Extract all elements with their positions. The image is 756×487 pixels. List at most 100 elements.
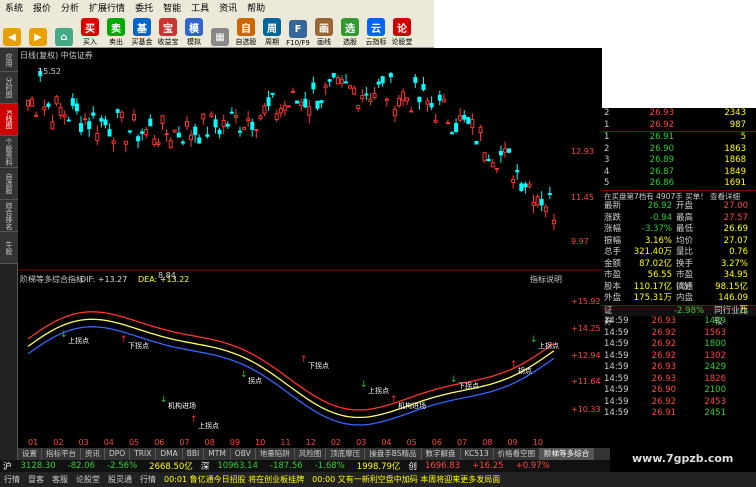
candle-body [421, 84, 426, 91]
toolbar-button-grid[interactable]: ▦ [208, 15, 232, 47]
menu-item[interactable]: 工具 [186, 1, 214, 14]
基-icon: 基 [133, 18, 151, 36]
indicator-tab[interactable]: DMA [156, 448, 183, 460]
indicator-tab[interactable]: 阶梯等多综合 [540, 448, 595, 460]
indicator-tab[interactable]: BBI [183, 448, 205, 460]
candle-body [286, 105, 291, 108]
menu-item[interactable]: 委托 [130, 1, 158, 14]
candle-body [413, 77, 418, 83]
candle-body [356, 105, 361, 109]
indicator-tab[interactable]: 指标平台 [42, 448, 81, 460]
menu-item[interactable]: 帮助 [242, 1, 270, 14]
menu-item[interactable]: 扩展行情 [84, 1, 130, 14]
indicator-tab[interactable]: KC513 [461, 448, 494, 460]
toolbar-label: 云指标 [365, 38, 387, 46]
toolbar-button-论[interactable]: 论论股堂 [390, 15, 414, 47]
candle-body [119, 111, 124, 119]
tick-row: 14:59 26.93 2429 [604, 362, 726, 372]
side-tab[interactable]: 自选股 [0, 168, 18, 200]
toolbar-button-forward-arrow[interactable]: ▶ [26, 15, 50, 47]
candle-body [397, 97, 401, 107]
candle-body [205, 134, 210, 137]
indicator-tab[interactable]: 风险图 [295, 448, 327, 460]
toolbar-button-买[interactable]: 买买入 [78, 15, 102, 47]
toolbar-button-云[interactable]: 云云指标 [364, 15, 388, 47]
ticker-item[interactable]: 行情 [0, 474, 24, 485]
ticker-item[interactable]: 冒客 [24, 474, 48, 485]
candle-body [535, 196, 540, 206]
chart-annotation: 上拐点 [198, 421, 219, 430]
indicator-tab[interactable]: DPO [105, 448, 131, 460]
candle-body [62, 114, 67, 118]
sell-arrow-icon: ↑ [190, 415, 198, 425]
candle-body [344, 81, 348, 84]
toolbar-button-back-arrow[interactable]: ◀ [0, 15, 24, 47]
dif-value: DIF: +13.27 [80, 275, 127, 284]
order-info[interactable]: 在买盘第7档有 4907手 买单！ 查看详细 [602, 189, 756, 202]
candle-body [335, 77, 340, 85]
candle-body [331, 72, 336, 78]
side-tab[interactable]: 分时图 [0, 72, 18, 104]
ticker-item[interactable]: 股灵通 [104, 474, 136, 485]
toolbar-button-周[interactable]: 周周期 [260, 15, 284, 47]
candle-body [315, 100, 320, 109]
quote-info-row: 最新 26.92 开盘 27.00 [604, 201, 748, 211]
toolbar-button-F[interactable]: F F10/F9 [286, 15, 310, 47]
x-tick-label: 04 [381, 438, 391, 447]
toolbar-button-自[interactable]: 自自选股 [234, 15, 258, 47]
云-icon: 云 [367, 18, 385, 36]
toolbar-button-基[interactable]: 基买基金 [130, 15, 154, 47]
candle-body [87, 121, 92, 130]
side-tab[interactable]: 应用 [0, 48, 18, 72]
ticker-item[interactable]: 00:00 又有一新利空盘中加码 本周将迎来更多发局面 [308, 474, 504, 485]
menu-item[interactable]: 智能 [158, 1, 186, 14]
side-tab[interactable]: 个股资料 [0, 136, 18, 168]
side-tab[interactable]: 牛股 [0, 232, 18, 264]
candle-body [42, 106, 47, 111]
indicator-tab[interactable]: 数字解盘 [422, 448, 461, 460]
candle-body [368, 98, 373, 103]
axis-right-3: 9.97 [571, 237, 589, 246]
indicator-tab[interactable]: MTM [204, 448, 231, 460]
ticker-item[interactable]: 论股堂 [72, 474, 104, 485]
menu-item[interactable]: 报价 [28, 1, 56, 14]
toolbar-button-宝[interactable]: 宝收益宝 [156, 15, 180, 47]
candle-body [111, 140, 116, 144]
indicator-tab[interactable]: 操盘手BS精品 [365, 448, 422, 460]
indicator-tab[interactable]: 设置 [18, 448, 42, 460]
candle-body [136, 136, 141, 142]
buy-arrow-icon: ↓ [360, 380, 368, 390]
indicator-tab[interactable]: 价格看空图 [494, 448, 541, 460]
toolbar-label: 画线 [317, 38, 331, 46]
toolbar-button-卖[interactable]: 卖卖出 [104, 15, 128, 47]
sell-arrow-icon: ↑ [390, 395, 398, 405]
side-tab[interactable]: 综合排名 [0, 200, 18, 232]
chart-annotation: 机构进场 [168, 401, 196, 410]
indicator-tab[interactable]: 顶底摩压 [326, 448, 366, 460]
toolbar-button-选[interactable]: 选选股 [338, 15, 362, 47]
toolbar-label: 周期 [265, 38, 279, 46]
candle-body [470, 118, 475, 129]
ticker-item[interactable]: 行情 [136, 474, 160, 485]
toolbar-button-home[interactable]: ⌂ [52, 15, 76, 47]
indicator-tab[interactable]: TRIX [130, 448, 157, 460]
toolbar-label: 选股 [343, 38, 357, 46]
candle-body [46, 103, 51, 107]
menu-item[interactable]: 分析 [56, 1, 84, 14]
ticker-item[interactable]: 00:01 鲁亿通今日招股 将在创业板挂牌 [160, 474, 308, 485]
menu-item[interactable]: 系统 [0, 1, 28, 14]
indicator-tab[interactable]: 地量陷阱 [256, 448, 295, 460]
indicator-tab[interactable]: OBV [231, 448, 256, 460]
论-icon: 论 [393, 18, 411, 36]
candle-body [132, 114, 136, 121]
toolbar-button-模[interactable]: 模模拟 [182, 15, 206, 47]
side-tab[interactable]: K线图 [0, 104, 18, 136]
indicator-tab[interactable]: 资讯 [81, 448, 105, 460]
axis-right-2: 11.45 [571, 193, 594, 202]
kline-chart[interactable]: 日线(复权) 中信证券 阶梯等多综合指标 DIF: +13.27 DEA: +1… [18, 48, 602, 460]
ticker-item[interactable]: 客服 [48, 474, 72, 485]
toolbar-button-画[interactable]: 画画线 [312, 15, 336, 47]
candle-body [209, 113, 214, 117]
tick-row: 14:59 26.92 1800 [604, 339, 726, 349]
menu-item[interactable]: 资讯 [214, 1, 242, 14]
